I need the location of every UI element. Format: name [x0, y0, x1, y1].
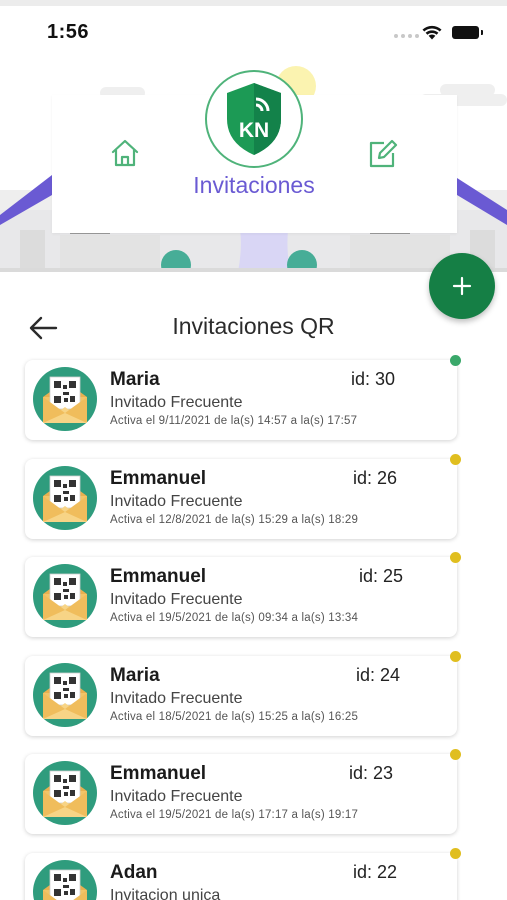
invitation-id: id: 30 [351, 369, 396, 389]
invitation-id: id: 22 [353, 861, 398, 882]
invitation-card[interactable]: Emmanuel id: 23 Invitado Frecuente Activa e… [25, 754, 457, 834]
guest-name: Adan [110, 861, 158, 883]
invitation-type: Invitado Frecuente [110, 394, 243, 411]
invitation-schedule: Activa el 12/8/2021 de la(s) 15:29 a la(… [110, 513, 359, 526]
status-bar: 1:56 [0, 0, 507, 60]
invitation-type: Invitado Frecuente [110, 591, 243, 608]
status-dot [450, 650, 461, 662]
qr-envelope-icon [33, 662, 97, 727]
guest-name: Emmanuel [110, 763, 207, 784]
edit-icon[interactable] [366, 138, 398, 170]
invitation-type: Invitado Frecuente [110, 788, 243, 805]
plus-icon [452, 276, 472, 296]
logo-text: KN [239, 119, 269, 142]
status-dot [450, 355, 461, 366]
invitation-card[interactable]: Maria id: 30 Invitado Frecuente Activa el 9… [25, 360, 457, 440]
wifi-icon [422, 25, 442, 40]
add-invitation-button[interactable] [429, 253, 495, 319]
page-title: Invitaciones QR [172, 313, 335, 339]
invitation-id: id: 23 [349, 763, 394, 783]
qr-envelope-icon [33, 761, 97, 825]
invitation-id: id: 24 [356, 664, 401, 685]
invitation-id: id: 25 [359, 566, 404, 586]
invitation-schedule: Activa el 18/5/2021 de la(s) 15:25 a la(… [110, 710, 359, 723]
guest-name: Maria [110, 369, 160, 390]
invitation-schedule: Activa el 19/5/2021 de la(s) 17:17 a la(… [110, 809, 359, 821]
status-dot [450, 453, 461, 465]
status-dot [450, 552, 461, 563]
invitation-card[interactable]: Adan id: 22 Invitacion unica [25, 852, 457, 900]
back-arrow-icon[interactable] [28, 313, 60, 343]
invitation-card[interactable]: Maria id: 24 Invitado Frecuente Activa el 1… [25, 655, 457, 736]
invitation-id: id: 26 [353, 467, 398, 488]
qr-envelope-icon [33, 367, 97, 431]
guest-name: Emmanuel [110, 566, 207, 587]
home-icon[interactable] [110, 138, 140, 168]
invitation-type: Invitacion unica [110, 886, 221, 900]
invitation-type: Invitado Frecuente [110, 492, 243, 510]
invitation-type: Invitado Frecuente [110, 689, 243, 707]
guest-name: Maria [110, 664, 160, 686]
qr-envelope-icon [33, 859, 97, 900]
guest-name: Emmanuel [110, 467, 207, 489]
status-time: 1:56 [47, 21, 90, 43]
app-logo: KN [205, 70, 303, 168]
qr-envelope-icon [33, 564, 97, 628]
top-edge [0, 0, 507, 6]
invitation-card[interactable]: Emmanuel id: 26 Invitado Frecuente Activa e… [25, 458, 457, 539]
header-title: Invitaciones [193, 172, 315, 198]
battery-icon [452, 26, 483, 39]
invitation-schedule: Activa el 19/5/2021 de la(s) 09:34 a la(… [110, 612, 359, 624]
cellular-signal-icon [394, 34, 419, 38]
status-dot [450, 847, 461, 859]
invitation-schedule: Activa el 9/11/2021 de la(s) 14:57 a la(… [110, 415, 358, 427]
qr-envelope-icon [33, 465, 97, 530]
shield-logo-icon: KN [227, 83, 281, 155]
status-dot [450, 749, 461, 760]
invitation-card[interactable]: Emmanuel id: 25 Invitado Frecuente Activa e… [25, 557, 457, 637]
